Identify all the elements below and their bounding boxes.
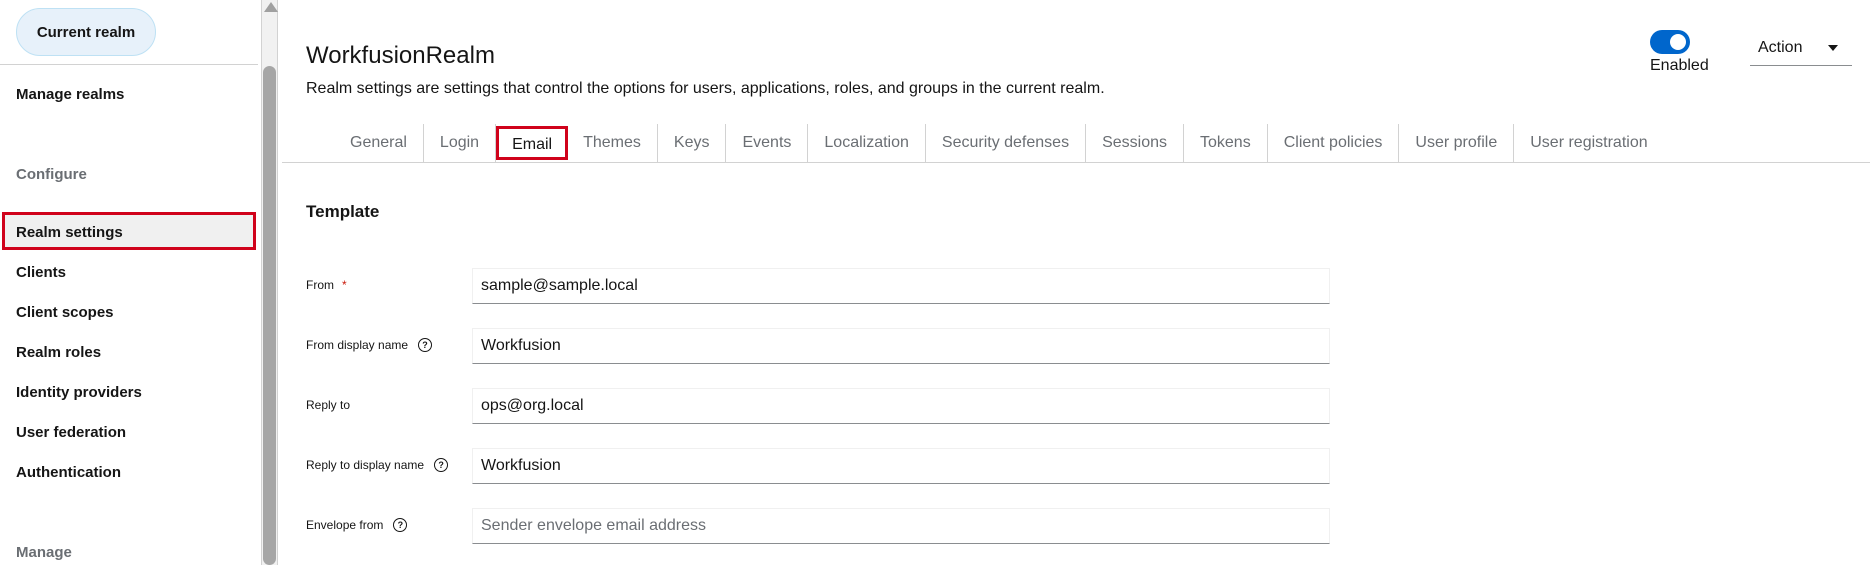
sidebar-item-label: Realm settings <box>16 224 123 241</box>
tab-client-policies[interactable]: Client policies <box>1268 124 1400 162</box>
tab-user-registration[interactable]: User registration <box>1514 124 1663 162</box>
tab-security-defenses[interactable]: Security defenses <box>926 124 1087 162</box>
scroll-up-arrow-icon[interactable] <box>264 2 278 12</box>
tab-login[interactable]: Login <box>424 124 497 162</box>
reply-to-display-name-label: Reply to display name ? <box>306 458 449 472</box>
scrollbar-thumb[interactable] <box>263 66 276 565</box>
tab-tokens[interactable]: Tokens <box>1184 124 1268 162</box>
required-marker: * <box>342 278 347 292</box>
from-input[interactable] <box>472 268 1330 304</box>
help-icon[interactable]: ? <box>393 518 408 532</box>
sidebar-scrollbar[interactable] <box>262 0 278 565</box>
tab-themes[interactable]: Themes <box>567 124 658 162</box>
tabs-divider <box>282 162 1870 163</box>
reply-to-display-name-label-text: Reply to display name <box>306 458 425 472</box>
page-description: Realm settings are settings that control… <box>306 80 1105 97</box>
help-icon[interactable]: ? <box>418 338 433 352</box>
caret-down-icon <box>1828 45 1838 51</box>
enabled-label: Enabled <box>1650 57 1709 74</box>
from-display-name-label-text: From display name <box>306 338 409 352</box>
form-row-from-display-name: From display name ? <box>306 328 1366 364</box>
sidebar-divider <box>0 64 258 65</box>
action-dropdown[interactable]: Action <box>1750 30 1852 66</box>
reply-to-display-name-input[interactable] <box>472 448 1330 484</box>
tab-sessions[interactable]: Sessions <box>1086 124 1184 162</box>
help-icon[interactable]: ? <box>434 458 449 472</box>
sidebar-item-user-federation[interactable]: User federation <box>16 424 126 441</box>
envelope-from-label-text: Envelope from <box>306 518 384 532</box>
form-row-reply-to: Reply to <box>306 388 1366 424</box>
sidebar-section-configure: Configure <box>16 166 87 183</box>
tab-events[interactable]: Events <box>726 124 809 162</box>
realm-settings-tabs: General Login Email Themes Keys Events L… <box>334 124 1664 162</box>
envelope-from-label: Envelope from ? <box>306 518 408 532</box>
page-title: WorkfusionRealm <box>306 42 495 69</box>
envelope-from-input[interactable] <box>472 508 1330 544</box>
reply-to-label: Reply to <box>306 398 350 412</box>
sidebar-item-authentication[interactable]: Authentication <box>16 464 121 481</box>
main-content: WorkfusionRealm Realm settings are setti… <box>282 0 1870 565</box>
sidebar-section-manage: Manage <box>16 544 72 561</box>
sidebar-item-manage-realms[interactable]: Manage realms <box>16 86 124 103</box>
form-row-envelope-from: Envelope from ? <box>306 508 1366 544</box>
enabled-toggle[interactable] <box>1650 30 1690 54</box>
sidebar-item-client-scopes[interactable]: Client scopes <box>16 304 114 321</box>
reply-to-label-text: Reply to <box>306 398 351 412</box>
sidebar-item-realm-settings[interactable]: Realm settings <box>2 212 256 250</box>
tab-user-profile[interactable]: User profile <box>1399 124 1515 162</box>
current-realm-button[interactable]: Current realm <box>16 8 156 56</box>
reply-to-input[interactable] <box>472 388 1330 424</box>
from-label: From * <box>306 278 347 292</box>
from-label-text: From <box>306 278 334 292</box>
sidebar-item-realm-roles[interactable]: Realm roles <box>16 344 101 361</box>
section-title-template: Template <box>306 202 380 221</box>
tab-general[interactable]: General <box>334 124 424 162</box>
sidebar: Current realm Manage realms Configure Re… <box>0 0 262 565</box>
tab-email[interactable]: Email <box>496 126 569 160</box>
sidebar-item-identity-providers[interactable]: Identity providers <box>16 384 142 401</box>
from-display-name-input[interactable] <box>472 328 1330 364</box>
from-display-name-label: From display name ? <box>306 338 433 352</box>
action-label: Action <box>1758 39 1803 56</box>
tab-localization[interactable]: Localization <box>808 124 926 162</box>
form-row-from: From * <box>306 268 1366 304</box>
form-row-reply-to-display-name: Reply to display name ? <box>306 448 1366 484</box>
sidebar-item-clients[interactable]: Clients <box>16 264 66 281</box>
tab-keys[interactable]: Keys <box>658 124 727 162</box>
